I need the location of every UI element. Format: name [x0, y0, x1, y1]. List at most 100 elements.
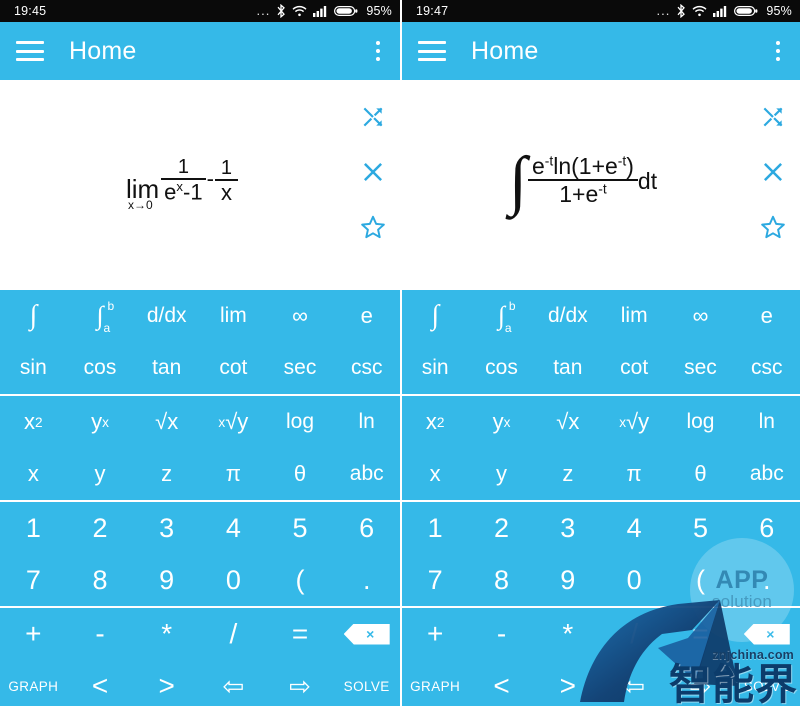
key-x-squared[interactable]: x2	[402, 396, 468, 448]
expression-display[interactable]: ∫ e-tln(1+e-t) 1+e-t dt	[402, 80, 800, 290]
key-digit-4[interactable]: 4	[200, 502, 267, 554]
key-x-squared[interactable]: x2	[0, 396, 67, 448]
key-sin[interactable]: sin	[0, 342, 67, 394]
key-solve[interactable]: SOLVE	[734, 660, 800, 706]
key-var-y[interactable]: y	[67, 448, 134, 500]
key-plus[interactable]: +	[0, 608, 67, 660]
key-digit-6[interactable]: 6	[734, 502, 800, 554]
key-graph[interactable]: GRAPH	[0, 660, 67, 706]
key-derivative[interactable]: d/dx	[535, 290, 601, 342]
key-sec[interactable]: sec	[667, 342, 733, 394]
key-infinity[interactable]: ∞	[667, 290, 733, 342]
key-digit-8[interactable]: 8	[67, 554, 134, 606]
key-digit-3[interactable]: 3	[133, 502, 200, 554]
key-tan[interactable]: tan	[133, 342, 200, 394]
key-euler-e[interactable]: e	[734, 290, 800, 342]
key-digit-0[interactable]: 0	[601, 554, 667, 606]
key-abc[interactable]: abc	[333, 448, 400, 500]
key-digit-2[interactable]: 2	[468, 502, 534, 554]
shuffle-arrows-icon[interactable]	[760, 104, 786, 130]
key-greater-than[interactable]: >	[133, 660, 200, 706]
key-digit-9[interactable]: 9	[535, 554, 601, 606]
key-cos[interactable]: cos	[468, 342, 534, 394]
key-paren-open[interactable]: (	[667, 554, 733, 606]
close-icon[interactable]	[360, 159, 386, 185]
key-y-to-x[interactable]: yx	[468, 396, 534, 448]
key-ln[interactable]: ln	[333, 396, 400, 448]
key-sec[interactable]: sec	[267, 342, 334, 394]
key-greater-than[interactable]: >	[535, 660, 601, 706]
key-cos[interactable]: cos	[67, 342, 134, 394]
key-integral[interactable]: ∫	[402, 290, 468, 342]
key-digit-1[interactable]: 1	[402, 502, 468, 554]
key-digit-2[interactable]: 2	[67, 502, 134, 554]
key-digit-1[interactable]: 1	[0, 502, 67, 554]
key-csc[interactable]: csc	[734, 342, 800, 394]
key-backspace[interactable]: ×	[333, 608, 400, 660]
key-cursor-right[interactable]: ⇨	[667, 660, 733, 706]
key-theta[interactable]: θ	[267, 448, 334, 500]
key-var-x[interactable]: x	[0, 448, 67, 500]
key-nth-root-y[interactable]: x √y	[601, 396, 667, 448]
star-icon[interactable]	[360, 214, 386, 240]
key-digit-5[interactable]: 5	[267, 502, 334, 554]
key-limit[interactable]: lim	[601, 290, 667, 342]
key-log[interactable]: log	[667, 396, 733, 448]
key-cot[interactable]: cot	[200, 342, 267, 394]
star-icon[interactable]	[760, 214, 786, 240]
key-digit-3[interactable]: 3	[535, 502, 601, 554]
key-sin[interactable]: sin	[402, 342, 468, 394]
key-digit-6[interactable]: 6	[333, 502, 400, 554]
key-less-than[interactable]: <	[67, 660, 134, 706]
key-equals[interactable]: =	[667, 608, 733, 660]
key-graph[interactable]: GRAPH	[402, 660, 468, 706]
key-sqrt-x[interactable]: √x	[133, 396, 200, 448]
key-derivative[interactable]: d/dx	[133, 290, 200, 342]
key-tan[interactable]: tan	[535, 342, 601, 394]
key-minus[interactable]: -	[468, 608, 534, 660]
key-digit-8[interactable]: 8	[468, 554, 534, 606]
shuffle-arrows-icon[interactable]	[360, 104, 386, 130]
key-less-than[interactable]: <	[468, 660, 534, 706]
key-abc[interactable]: abc	[734, 448, 800, 500]
key-digit-7[interactable]: 7	[402, 554, 468, 606]
key-digit-9[interactable]: 9	[133, 554, 200, 606]
key-definite-integral[interactable]: ∫ a b	[468, 290, 534, 342]
key-infinity[interactable]: ∞	[267, 290, 334, 342]
key-var-z[interactable]: z	[535, 448, 601, 500]
key-limit[interactable]: lim	[200, 290, 267, 342]
close-icon[interactable]	[760, 159, 786, 185]
key-decimal-point[interactable]: .	[734, 554, 800, 606]
key-cot[interactable]: cot	[601, 342, 667, 394]
key-integral[interactable]: ∫	[0, 290, 67, 342]
key-paren-open[interactable]: (	[267, 554, 334, 606]
key-solve[interactable]: SOLVE	[333, 660, 400, 706]
key-plus[interactable]: +	[402, 608, 468, 660]
key-decimal-point[interactable]: .	[333, 554, 400, 606]
key-multiply[interactable]: *	[133, 608, 200, 660]
key-pi[interactable]: π	[601, 448, 667, 500]
key-cursor-right[interactable]: ⇨	[267, 660, 334, 706]
key-digit-0[interactable]: 0	[200, 554, 267, 606]
key-var-z[interactable]: z	[133, 448, 200, 500]
key-theta[interactable]: θ	[667, 448, 733, 500]
key-sqrt-x[interactable]: √x	[535, 396, 601, 448]
hamburger-menu-icon[interactable]	[418, 41, 446, 61]
key-nth-root-y[interactable]: x √y	[200, 396, 267, 448]
key-backspace[interactable]: ×	[734, 608, 800, 660]
key-definite-integral[interactable]: ∫ a b	[67, 290, 134, 342]
key-log[interactable]: log	[267, 396, 334, 448]
key-csc[interactable]: csc	[333, 342, 400, 394]
key-digit-4[interactable]: 4	[601, 502, 667, 554]
key-divide[interactable]: /	[200, 608, 267, 660]
key-pi[interactable]: π	[200, 448, 267, 500]
key-y-to-x[interactable]: yx	[67, 396, 134, 448]
key-var-x[interactable]: x	[402, 448, 468, 500]
key-digit-7[interactable]: 7	[0, 554, 67, 606]
overflow-menu-icon[interactable]	[372, 37, 385, 66]
key-var-y[interactable]: y	[468, 448, 534, 500]
key-multiply[interactable]: *	[535, 608, 601, 660]
key-digit-5[interactable]: 5	[667, 502, 733, 554]
key-equals[interactable]: =	[267, 608, 334, 660]
overflow-menu-icon[interactable]	[772, 37, 785, 66]
